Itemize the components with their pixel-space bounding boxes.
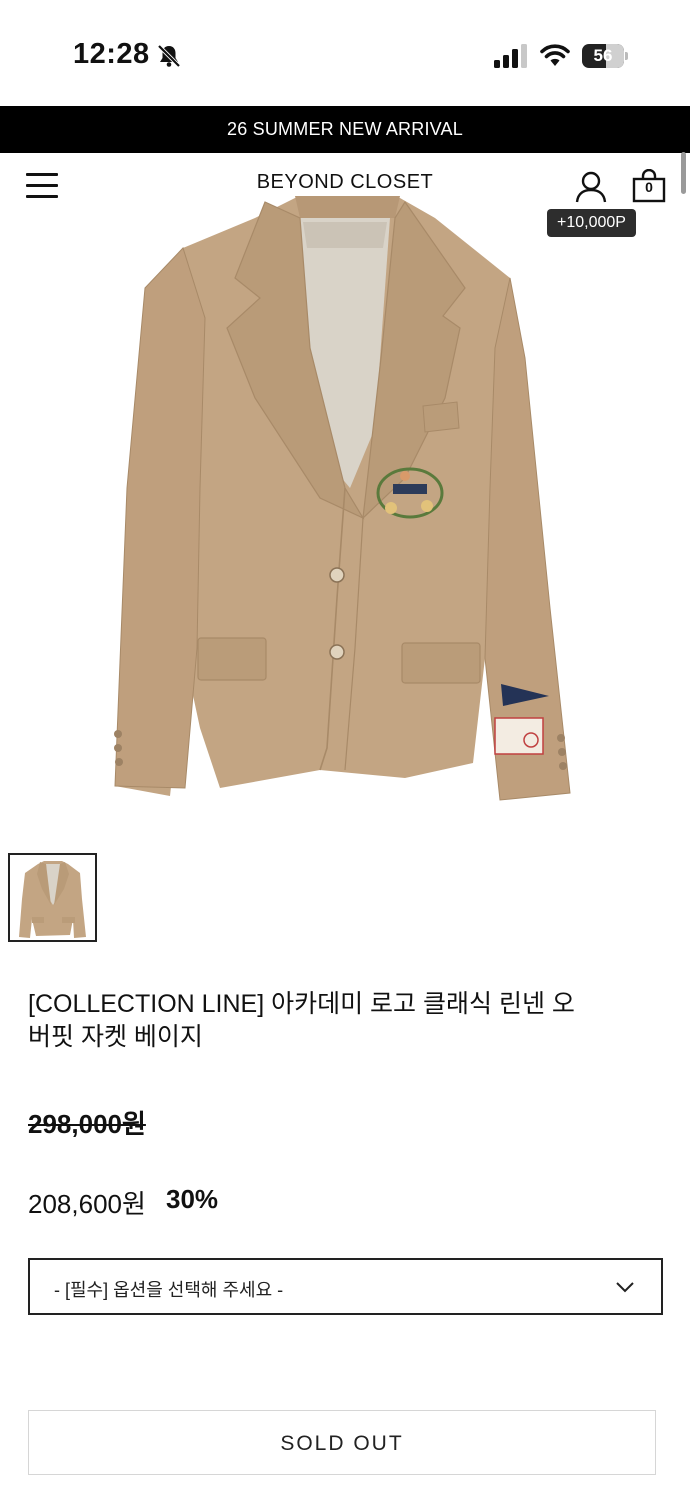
battery-icon: 56 [582, 44, 628, 68]
battery-level: 56 [593, 46, 613, 65]
product-title-line-2: 버핏 자켓 베이지 [28, 1023, 203, 1051]
status-bar: 12:28 56 [0, 0, 690, 106]
announcement-bar[interactable]: 26 SUMMER NEW ARRIVAL [0, 106, 690, 153]
hamburger-menu-icon[interactable] [26, 173, 58, 199]
product-title: [COLLECTION LINE] 아카데미 로고 클래식 린넨 오 버핏 자켓… [28, 988, 638, 1054]
scrollbar-thumb[interactable] [681, 152, 686, 194]
cart-count: 0 [645, 179, 653, 195]
product-main-image[interactable] [105, 188, 590, 810]
cellular-signal-icon [494, 44, 527, 68]
option-select[interactable]: - [필수] 옵션을 선택해 주세요 - [28, 1258, 663, 1315]
bell-slash-icon [157, 44, 181, 68]
chevron-down-icon [616, 1282, 634, 1293]
thumbnail-jacket-image [19, 861, 86, 938]
status-time: 12:28 [73, 38, 150, 70]
option-placeholder: - [필수] 옵션을 선택해 주세요 - [54, 1280, 284, 1300]
wifi-icon [540, 44, 570, 66]
sale-price: 208,600원 [28, 1189, 146, 1219]
points-badge: +10,000P [547, 209, 636, 237]
sold-out-button[interactable]: SOLD OUT [28, 1410, 656, 1475]
product-thumbnail[interactable] [8, 853, 97, 942]
original-price: 298,000원 [28, 1109, 146, 1139]
discount-rate: 30% [166, 1184, 219, 1214]
product-title-line-1: [COLLECTION LINE] 아카데미 로고 클래식 린넨 오 [28, 990, 575, 1018]
